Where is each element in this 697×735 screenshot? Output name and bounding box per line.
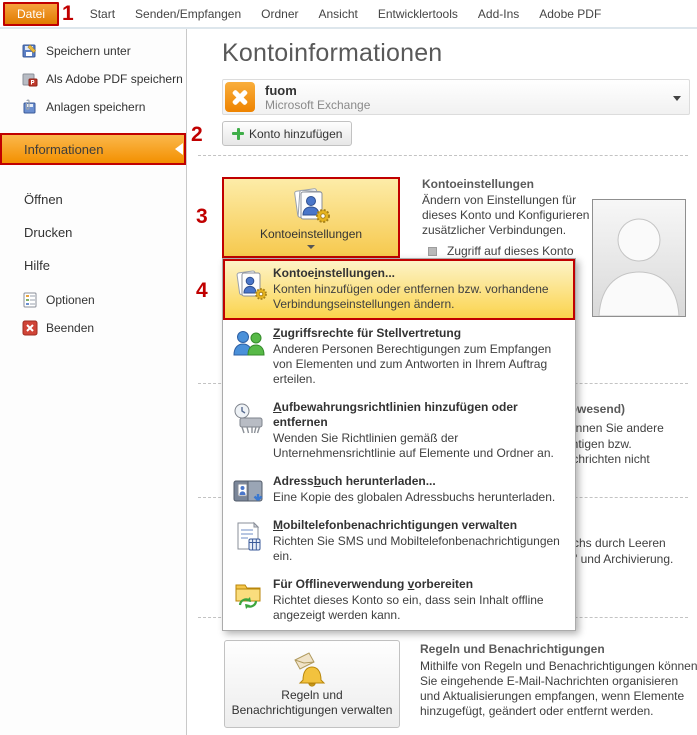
account-selector[interactable]: fuom Microsoft Exchange bbox=[222, 79, 690, 115]
menu-item-title: Zugriffsrechte für Stellvertretung bbox=[273, 326, 567, 341]
hidden-text-fragment: te" und Archivierung. bbox=[563, 552, 697, 566]
tab-senden-empfangen[interactable]: Senden/Empfangen bbox=[125, 2, 251, 26]
backstage-sidebar: Speichern unter Als Adobe PDF speichern … bbox=[0, 29, 187, 735]
backstage-view: Speichern unter Als Adobe PDF speichern … bbox=[0, 29, 697, 735]
account-settings-dropdown-menu: Kontoeinstellungen... Konten hinzufügen … bbox=[222, 258, 576, 631]
tab-add-ins[interactable]: Add-Ins bbox=[468, 2, 529, 26]
sidebar-item-optionen[interactable]: Optionen bbox=[22, 286, 186, 314]
save-attachments-icon bbox=[22, 99, 38, 115]
account-access-item[interactable]: Zugriff auf dieses Konto bbox=[428, 244, 574, 258]
sidebar-item-label: Beenden bbox=[46, 321, 94, 335]
sidebar-item-hilfe[interactable]: Hilfe bbox=[24, 249, 186, 282]
annotation-4: 4 bbox=[196, 280, 208, 301]
adobe-pdf-icon bbox=[22, 71, 38, 87]
plus-icon bbox=[232, 128, 244, 140]
hidden-text-fragment: lachrichten nicht bbox=[563, 452, 697, 466]
menu-item-title: Kontoeinstellungen... bbox=[273, 266, 567, 281]
tab-start[interactable]: Start bbox=[80, 2, 125, 26]
sidebar-item-speichern-unter[interactable]: Speichern unter bbox=[22, 37, 186, 65]
hidden-text-fragment: fachs durch Leeren bbox=[563, 536, 697, 550]
account-name: fuom bbox=[265, 83, 370, 98]
menu-item-description: Konten hinzufügen oder entfernen bzw. vo… bbox=[273, 282, 567, 312]
exit-icon bbox=[22, 320, 38, 336]
mobile-notifications-icon bbox=[232, 520, 266, 552]
sidebar-item-drucken[interactable]: Drucken bbox=[24, 216, 186, 249]
hidden-text-fragment: können Sie andere bbox=[563, 421, 697, 435]
sidebar-item-oeffnen[interactable]: Öffnen bbox=[24, 183, 186, 216]
account-settings-heading: Kontoeinstellungen bbox=[422, 177, 534, 191]
menu-item-title: Für Offlineverwendung vorbereiten bbox=[273, 577, 567, 592]
menu-item-kontoeinstellungen[interactable]: Kontoeinstellungen... Konten hinzufügen … bbox=[223, 259, 575, 320]
account-access-label: Zugriff auf dieses Konto bbox=[447, 244, 574, 258]
account-settings-description: Ändern von Einstellungen für dieses Kont… bbox=[422, 193, 602, 238]
sidebar-item-label: Als Adobe PDF speichern bbox=[46, 72, 183, 86]
menu-item-description: Richten Sie SMS und Mobiltelefonbenachri… bbox=[273, 534, 567, 564]
sidebar-item-informationen[interactable]: Informationen bbox=[0, 133, 186, 165]
exchange-account-icon bbox=[225, 82, 255, 112]
add-account-label: Konto hinzufügen bbox=[249, 127, 342, 141]
menu-item-aufbewahrungsrichtlinien[interactable]: Aufbewahrungsrichtlinien hinzufügen oder… bbox=[223, 394, 575, 468]
user-avatar bbox=[592, 199, 686, 317]
manage-rules-label-line2: Benachrichtigungen verwalten bbox=[232, 703, 393, 718]
sidebar-item-adobe-pdf-speichern[interactable]: Als Adobe PDF speichern bbox=[22, 65, 186, 93]
chevron-down-icon[interactable] bbox=[673, 96, 681, 101]
tab-entwicklertools[interactable]: Entwicklertools bbox=[368, 2, 468, 26]
delegate-access-icon bbox=[232, 328, 266, 360]
manage-rules-button[interactable]: Regeln und Benachrichtigungen verwalten bbox=[224, 640, 400, 728]
menu-item-zugriffsrechte[interactable]: Zugriffsrechte für Stellvertretung Ander… bbox=[223, 320, 575, 394]
account-type: Microsoft Exchange bbox=[265, 98, 370, 112]
section-divider bbox=[198, 155, 688, 156]
offline-use-icon bbox=[232, 579, 266, 611]
menu-item-title: Mobiltelefonbenachrichtigungen verwalten bbox=[273, 518, 567, 533]
account-settings-icon bbox=[234, 269, 268, 301]
ribbon-tab-bar: Datei 1 Start Senden/Empfangen Ordner An… bbox=[0, 0, 697, 29]
sidebar-item-label: Anlagen speichern bbox=[46, 100, 145, 114]
outlook-backstage-window: Datei 1 Start Senden/Empfangen Ordner An… bbox=[0, 0, 697, 735]
sidebar-item-anlagen-speichern[interactable]: Anlagen speichern bbox=[22, 93, 186, 121]
menu-item-title: Aufbewahrungsrichtlinien hinzufügen oder… bbox=[273, 400, 567, 430]
account-settings-button[interactable]: Kontoeinstellungen bbox=[222, 177, 400, 258]
manage-rules-label-line1: Regeln und bbox=[281, 688, 342, 703]
menu-item-description: Anderen Personen Berechtigungen zum Empf… bbox=[273, 342, 567, 387]
sidebar-item-label: Speichern unter bbox=[46, 44, 131, 58]
menu-item-title: Adressbuch herunterladen... bbox=[273, 474, 567, 489]
menu-item-mobiltelefon[interactable]: Mobiltelefonbenachrichtigungen verwalten… bbox=[223, 512, 575, 571]
menu-item-adressbuch[interactable]: Adressbuch herunterladen... Eine Kopie d… bbox=[223, 468, 575, 512]
sidebar-item-label: Drucken bbox=[24, 225, 72, 240]
rules-description: Mithilfe von Regeln und Benachrichtigung… bbox=[420, 659, 697, 719]
hidden-heading-fragment: abwesend) bbox=[563, 402, 697, 416]
selected-notch-icon bbox=[175, 143, 183, 155]
bullet-square-icon bbox=[428, 247, 437, 256]
sidebar-item-label: Informationen bbox=[24, 142, 104, 157]
tab-datei[interactable]: Datei bbox=[3, 2, 59, 26]
tab-ansicht[interactable]: Ansicht bbox=[309, 2, 368, 26]
menu-item-description: Richtet dieses Konto so ein, dass sein I… bbox=[273, 593, 567, 623]
dropdown-caret-icon bbox=[307, 245, 315, 249]
menu-item-offlineverwendung[interactable]: Für Offlineverwendung vorbereiten Richte… bbox=[223, 571, 575, 630]
sidebar-item-beenden[interactable]: Beenden bbox=[22, 314, 186, 342]
annotation-2: 2 bbox=[191, 124, 203, 145]
hidden-text-fragment: ichtigen bzw. bbox=[563, 437, 697, 451]
retention-policy-icon bbox=[232, 402, 266, 434]
account-settings-button-label: Kontoeinstellungen bbox=[260, 227, 362, 241]
backstage-content: Kontoinformationen fuom Microsoft Exchan… bbox=[188, 29, 697, 735]
tab-ordner[interactable]: Ordner bbox=[251, 2, 308, 26]
add-account-button[interactable]: Konto hinzufügen bbox=[222, 121, 352, 146]
sidebar-item-label: Optionen bbox=[46, 293, 95, 307]
sidebar-item-label: Hilfe bbox=[24, 258, 50, 273]
tab-adobe-pdf[interactable]: Adobe PDF bbox=[529, 2, 611, 26]
rules-heading: Regeln und Benachrichtigungen bbox=[420, 642, 605, 656]
menu-item-description: Wenden Sie Richtlinien gemäß der Unterne… bbox=[273, 431, 567, 461]
menu-item-description: Eine Kopie des globalen Adressbuchs heru… bbox=[273, 490, 567, 505]
annotation-1: 1 bbox=[62, 3, 74, 24]
save-as-icon bbox=[22, 43, 38, 59]
address-book-icon bbox=[232, 476, 266, 508]
annotation-3: 3 bbox=[196, 206, 208, 227]
account-settings-icon bbox=[290, 186, 332, 224]
page-title: Kontoinformationen bbox=[222, 39, 442, 68]
rules-alerts-icon bbox=[289, 650, 335, 688]
options-icon bbox=[22, 292, 38, 308]
person-silhouette-icon bbox=[593, 200, 685, 316]
sidebar-item-label: Öffnen bbox=[24, 192, 63, 207]
